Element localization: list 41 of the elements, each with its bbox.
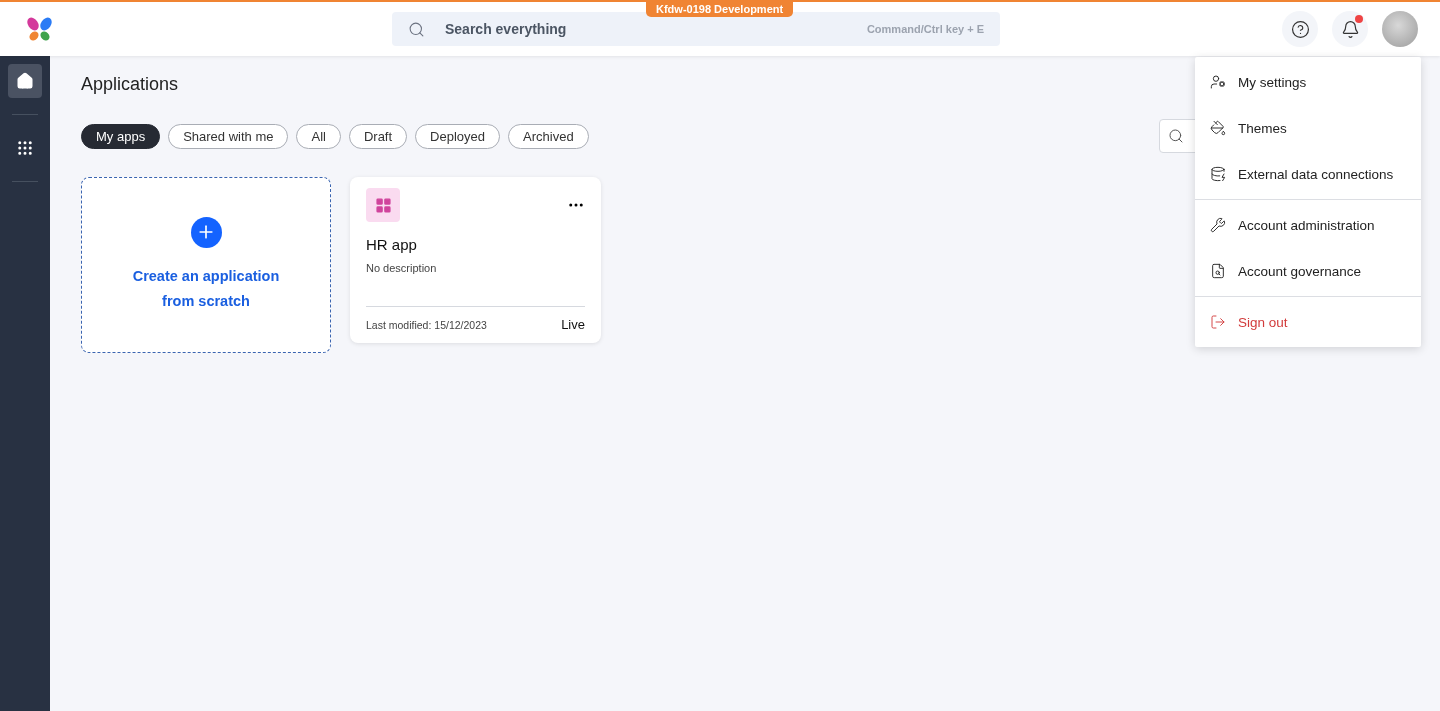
filter-chip[interactable]: My apps bbox=[81, 123, 161, 149]
menu-item[interactable]: My settings bbox=[1195, 59, 1421, 105]
help-icon bbox=[1290, 19, 1310, 39]
paint-bucket-icon bbox=[1210, 120, 1226, 136]
menu-item[interactable]: Account governance bbox=[1195, 248, 1421, 294]
create-application-card[interactable]: Create an application from scratch bbox=[81, 177, 331, 353]
wrench-icon bbox=[1210, 217, 1226, 233]
home-button[interactable] bbox=[8, 64, 42, 98]
user-gear-icon bbox=[1210, 74, 1226, 90]
search-input[interactable]: Search everything bbox=[443, 20, 849, 38]
search-icon bbox=[408, 20, 425, 38]
shortcut-hint: Command/Ctrl key + E bbox=[866, 23, 984, 35]
grid-icon bbox=[16, 139, 34, 157]
search-icon bbox=[1168, 128, 1184, 144]
filter-chip[interactable]: Shared with me bbox=[168, 123, 289, 149]
filter-chip[interactable]: Deployed bbox=[415, 123, 501, 149]
last-modified: Last modified: 15/12/2023 bbox=[366, 318, 487, 331]
environment-badge: Kfdw-0198 Development bbox=[646, 2, 794, 17]
notifications-button[interactable] bbox=[1332, 11, 1368, 47]
create-application-label: Create an application from scratch bbox=[131, 266, 281, 311]
app-name: HR app bbox=[366, 236, 418, 253]
database-icon bbox=[1210, 166, 1226, 182]
menu-item[interactable]: Sign out bbox=[1195, 299, 1421, 345]
app-icon bbox=[366, 188, 400, 222]
app-card[interactable]: HR app No description Last modified: 15/12/2023 Live bbox=[350, 177, 601, 343]
filter-chip[interactable]: All bbox=[296, 123, 341, 149]
help-button[interactable] bbox=[1282, 11, 1318, 47]
filter-chip[interactable]: Archived bbox=[508, 123, 589, 149]
page-title: Applications bbox=[81, 74, 179, 95]
butterfly-logo bbox=[26, 16, 54, 42]
plus-icon bbox=[190, 216, 222, 248]
menu-item[interactable]: External data connections bbox=[1195, 151, 1421, 197]
app-description: No description bbox=[366, 262, 438, 274]
menu-item[interactable]: Account administration bbox=[1195, 202, 1421, 248]
bell-icon bbox=[1340, 19, 1360, 39]
app-status: Live bbox=[561, 317, 585, 332]
sign-out-icon bbox=[1210, 314, 1226, 330]
home-icon bbox=[16, 72, 34, 90]
filter-chip[interactable]: Draft bbox=[348, 123, 408, 149]
menu-item[interactable]: Themes bbox=[1195, 105, 1421, 151]
document-search-icon bbox=[1210, 263, 1226, 279]
